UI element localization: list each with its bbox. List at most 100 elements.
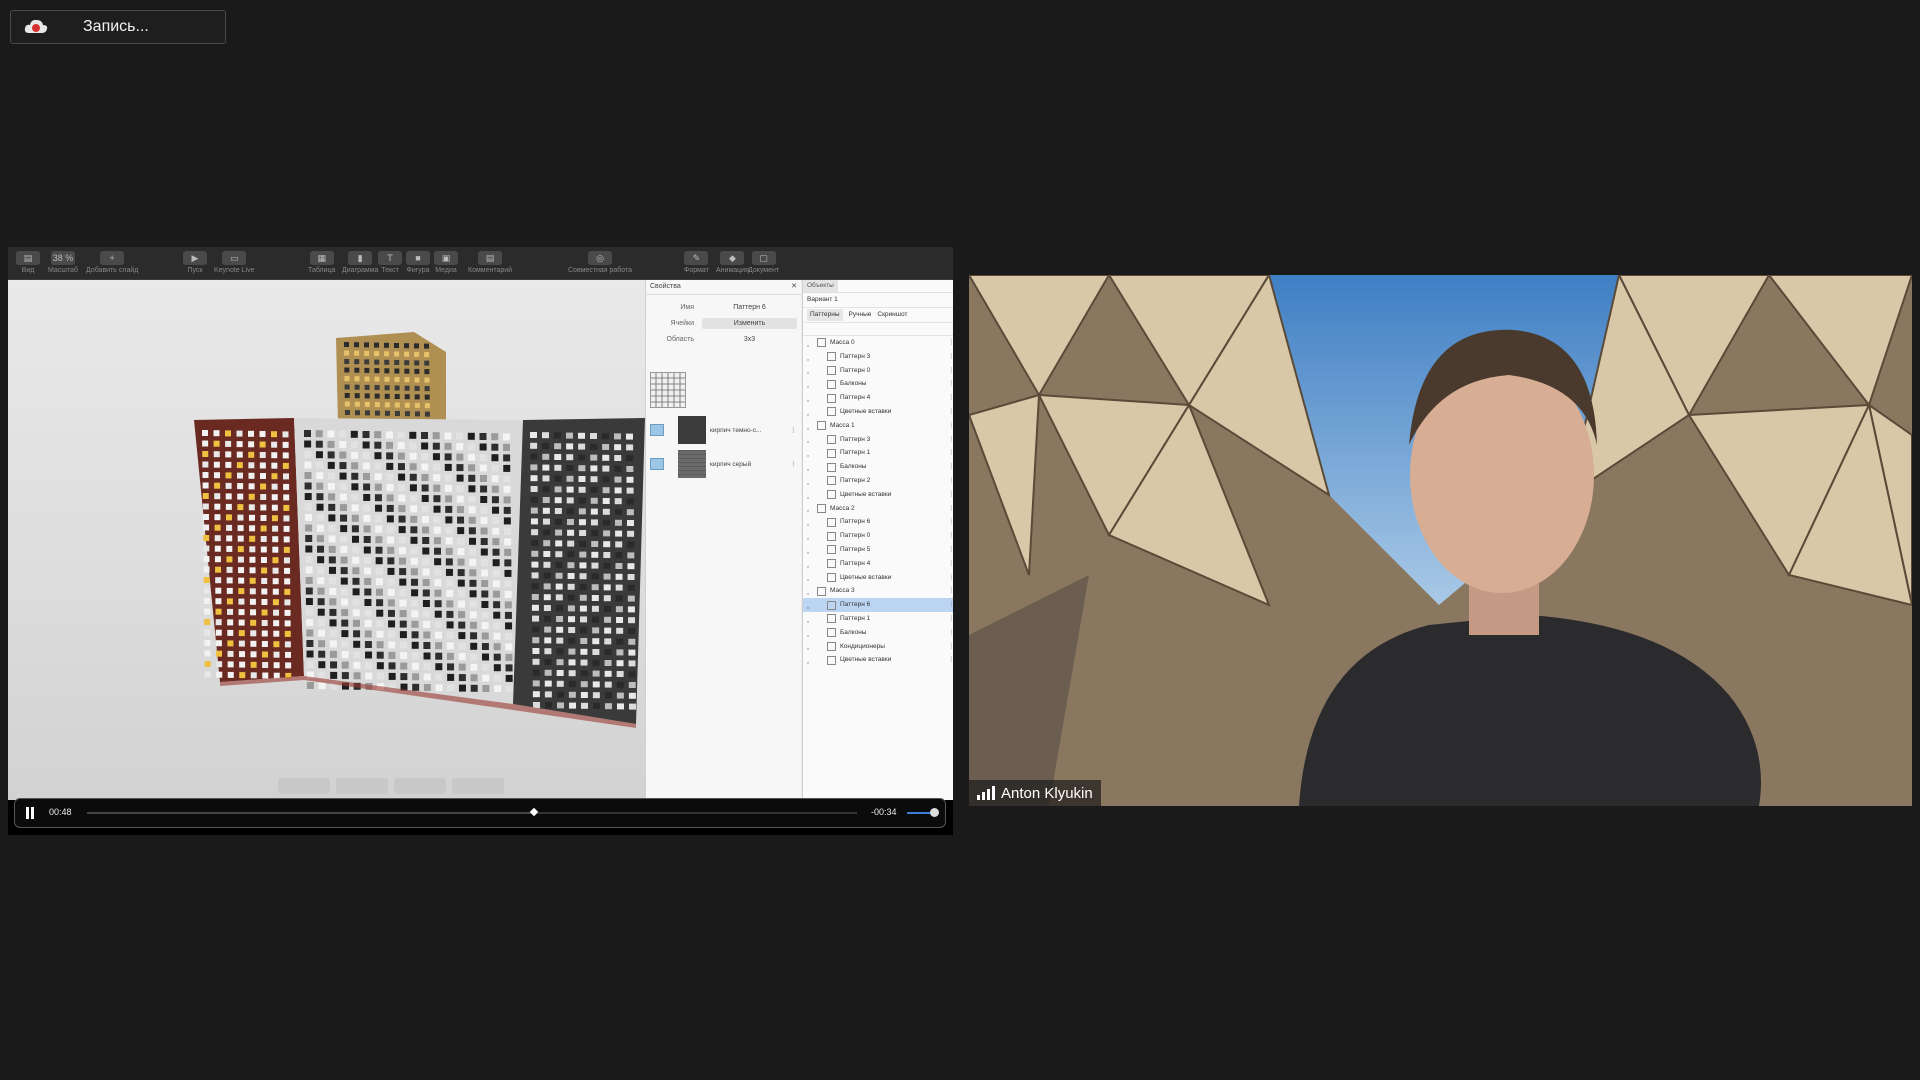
toolbar-button[interactable]: ▦ Таблица — [308, 251, 335, 274]
seek-bar[interactable] — [87, 807, 857, 817]
tree-item[interactable]: ◦ Паттерн 5 ⋮ — [803, 543, 953, 557]
visibility-icon[interactable]: ◦ — [807, 616, 813, 626]
tree-group[interactable]: ◦ Масса 0 ⋮ — [803, 336, 953, 350]
toolbar-button[interactable]: ◎ Совместная работа — [568, 251, 632, 274]
edit-cells-button[interactable]: Изменить — [702, 317, 797, 329]
viewport-mini-toolbar[interactable] — [278, 778, 504, 794]
more-icon[interactable]: ⋮ — [948, 446, 953, 460]
close-icon[interactable]: ✕ — [791, 280, 797, 294]
tree-group[interactable]: ◦ Масса 3 ⋮ — [803, 584, 953, 598]
tree-item[interactable]: ◦ Паттерн 4 ⋮ — [803, 557, 953, 571]
more-icon[interactable]: ⋮ — [948, 488, 953, 502]
more-icon[interactable]: ⋮ — [948, 336, 953, 350]
tree-item[interactable]: ◦ Паттерн 3 ⋮ — [803, 350, 953, 364]
tree-item[interactable]: ◦ Паттерн 2 ⋮ — [803, 474, 953, 488]
3d-viewport[interactable] — [8, 280, 645, 800]
tab-patterns[interactable]: Паттерны — [807, 309, 843, 321]
tab-objects[interactable]: Объекты — [803, 280, 838, 292]
toolbar-button[interactable]: ▭ Keynote Live — [214, 251, 254, 274]
tree-item[interactable]: ◦ Паттерн 0 ⋮ — [803, 364, 953, 378]
tree-item[interactable]: ◦ Паттерн 4 ⋮ — [803, 391, 953, 405]
more-icon[interactable]: ⋮ — [948, 419, 953, 433]
more-icon[interactable]: ⋮ — [948, 557, 953, 571]
volume-handle[interactable] — [930, 808, 939, 817]
visibility-icon[interactable]: ◦ — [807, 630, 813, 640]
color-swatch[interactable] — [650, 458, 664, 470]
more-icon[interactable]: ⋮ — [948, 460, 953, 474]
toolbar-button[interactable]: 38 % Масштаб — [48, 251, 78, 274]
toolbar-button[interactable]: ▤ Вид — [16, 251, 40, 274]
tree-item[interactable]: ◦ Балконы ⋮ — [803, 377, 953, 391]
visibility-icon[interactable]: ◦ — [807, 574, 813, 584]
more-icon[interactable]: ⋮ — [948, 364, 953, 378]
more-icon[interactable]: ⋮ — [790, 460, 797, 468]
visibility-icon[interactable]: ◦ — [807, 395, 813, 405]
tree-group[interactable]: ◦ Масса 2 ⋮ — [803, 502, 953, 516]
visibility-icon[interactable]: ◦ — [807, 340, 813, 350]
tree-item[interactable]: ◦ Паттерн 3 ⋮ — [803, 433, 953, 447]
seek-handle[interactable] — [529, 807, 538, 817]
more-icon[interactable]: ⋮ — [948, 543, 953, 557]
toolbar-button[interactable]: ▢ Документ — [748, 251, 779, 274]
more-icon[interactable]: ⋮ — [948, 653, 953, 667]
visibility-icon[interactable]: ◦ — [807, 354, 813, 364]
more-icon[interactable]: ⋮ — [948, 640, 953, 654]
volume-slider[interactable] — [907, 808, 939, 817]
toolbar-button[interactable]: ■ Фигура — [406, 251, 430, 274]
tree-item[interactable]: ◦ Кондиционеры ⋮ — [803, 640, 953, 654]
visibility-icon[interactable]: ◦ — [807, 533, 813, 543]
visibility-icon[interactable]: ◦ — [807, 423, 813, 433]
more-icon[interactable]: ⋮ — [948, 598, 953, 612]
tab-manual[interactable]: Ручные — [849, 309, 872, 321]
more-icon[interactable]: ⋮ — [948, 502, 953, 516]
visibility-icon[interactable]: ◦ — [807, 450, 813, 460]
visibility-icon[interactable]: ◦ — [807, 492, 813, 502]
toolbar-button[interactable]: ▮ Диаграмма — [342, 251, 378, 274]
tree-item[interactable]: ◦ Цветные вставки ⋮ — [803, 405, 953, 419]
more-icon[interactable]: ⋮ — [948, 474, 953, 488]
more-icon[interactable]: ⋮ — [948, 433, 953, 447]
toolbar-button[interactable]: ✎ Формат — [684, 251, 709, 274]
tree-tools[interactable] — [803, 323, 953, 336]
visibility-icon[interactable]: ◦ — [807, 547, 813, 557]
material-row[interactable]: кирпич серый ⋮ — [650, 450, 797, 478]
name-field[interactable]: Паттерн 6 — [702, 304, 797, 311]
tree-group[interactable]: ◦ Масса 1 ⋮ — [803, 419, 953, 433]
more-icon[interactable]: ⋮ — [948, 612, 953, 626]
color-swatch[interactable] — [650, 424, 664, 436]
area-value[interactable]: 3x3 — [702, 336, 797, 343]
tree-item[interactable]: ◦ Цветные вставки ⋮ — [803, 653, 953, 667]
tree-item[interactable]: ◦ Паттерн 1 ⋮ — [803, 612, 953, 626]
more-icon[interactable]: ⋮ — [948, 626, 953, 640]
tree-item[interactable]: ◦ Паттерн 6 ⋮ — [803, 515, 953, 529]
pause-icon[interactable] — [25, 807, 35, 819]
more-icon[interactable]: ⋮ — [948, 571, 953, 585]
recording-indicator[interactable]: Запись... — [10, 10, 226, 44]
more-icon[interactable]: ⋮ — [948, 584, 953, 598]
material-row[interactable]: кирпич темно-с... ⋮ — [650, 416, 797, 444]
visibility-icon[interactable]: ◦ — [807, 478, 813, 488]
toolbar-button[interactable]: ▶ Пуск — [183, 251, 207, 274]
tree-item[interactable]: ◦ Паттерн 0 ⋮ — [803, 529, 953, 543]
more-icon[interactable]: ⋮ — [948, 515, 953, 529]
visibility-icon[interactable]: ◦ — [807, 381, 813, 391]
visibility-icon[interactable]: ◦ — [807, 602, 813, 612]
visibility-icon[interactable]: ◦ — [807, 367, 813, 377]
visibility-icon[interactable]: ◦ — [807, 505, 813, 515]
more-icon[interactable]: ⋮ — [790, 426, 797, 434]
tree-item[interactable]: ◦ Паттерн 1 ⋮ — [803, 446, 953, 460]
pattern-grid-preview[interactable] — [650, 372, 686, 408]
toolbar-button[interactable]: T Текст — [378, 251, 402, 274]
toolbar-button[interactable]: + Добавить слайд — [86, 251, 138, 274]
visibility-icon[interactable]: ◦ — [807, 519, 813, 529]
visibility-icon[interactable]: ◦ — [807, 657, 813, 667]
more-icon[interactable]: ⋮ — [948, 391, 953, 405]
more-icon[interactable]: ⋮ — [948, 350, 953, 364]
visibility-icon[interactable]: ◦ — [807, 409, 813, 419]
tree-item[interactable]: ◦ Балконы ⋮ — [803, 626, 953, 640]
visibility-icon[interactable]: ◦ — [807, 561, 813, 571]
toolbar-button[interactable]: ▣ Медиа — [434, 251, 458, 274]
visibility-icon[interactable]: ◦ — [807, 643, 813, 653]
variant-selector[interactable]: Вариант 1 — [803, 293, 953, 308]
visibility-icon[interactable]: ◦ — [807, 464, 813, 474]
